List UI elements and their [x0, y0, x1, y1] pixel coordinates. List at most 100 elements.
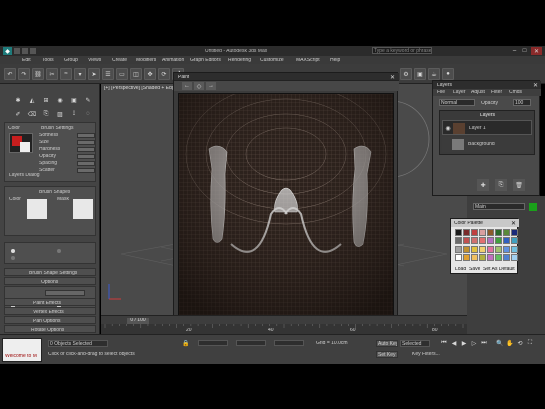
fill-icon[interactable]: ▨ [54, 108, 66, 120]
rollout-header[interactable]: Rotate Options [4, 325, 96, 333]
lock-icon[interactable]: 🔒 [182, 339, 190, 347]
visibility-eye-icon[interactable]: ◉ [445, 125, 451, 132]
close-icon[interactable]: ✕ [388, 73, 397, 81]
menu-rendering[interactable]: Rendering [228, 58, 251, 63]
scatter-spinner[interactable] [77, 168, 95, 173]
layer-row[interactable]: ◉ Layer 1 [442, 120, 532, 135]
color-swatch[interactable] [503, 253, 510, 261]
select-object-icon[interactable]: ➤ [88, 68, 100, 80]
color-swatch[interactable] [495, 245, 502, 253]
window-crossing-icon[interactable]: ◫ [130, 68, 142, 80]
redo-icon[interactable]: ↷ [18, 68, 30, 80]
bind-space-warp-icon[interactable]: ≈ [60, 68, 72, 80]
layers-menu-filter[interactable]: Filter [491, 90, 502, 95]
new-file-icon[interactable] [14, 48, 20, 54]
color-swatch[interactable] [479, 237, 486, 245]
color-swatch[interactable] [511, 253, 518, 261]
brush-icon[interactable]: ✐ [12, 108, 24, 120]
color-swatch[interactable] [455, 237, 462, 245]
blend-mode-select[interactable]: Normal [439, 99, 475, 106]
motion-tab-icon[interactable]: ◉ [54, 94, 66, 106]
menu-modifiers[interactable]: Modifiers [136, 58, 156, 63]
layer-row[interactable]: Background [442, 137, 532, 152]
save-button[interactable]: Save [469, 267, 480, 272]
go-to-start-icon[interactable]: ⏮ [440, 339, 448, 347]
color-swatch[interactable] [487, 229, 494, 236]
color-swatch[interactable] [487, 237, 494, 245]
close-icon[interactable]: ✕ [531, 81, 540, 89]
menu-maxscript[interactable]: MAXScript [296, 58, 320, 63]
orbit-icon[interactable]: ⟲ [516, 339, 524, 347]
link-icon[interactable]: ⛓ [32, 68, 44, 80]
create-tab-icon[interactable]: ✱ [12, 94, 24, 106]
layers-menu-adjust[interactable]: Adjust [471, 90, 485, 95]
menu-customize[interactable]: Customize [260, 58, 284, 63]
color-swatch[interactable] [463, 229, 470, 236]
play-icon[interactable]: ▶ [460, 339, 468, 347]
go-to-end-icon[interactable]: ⏭ [480, 339, 488, 347]
tool-diamond-icon[interactable]: ◇ [194, 82, 204, 90]
previous-frame-icon[interactable]: ◀ [450, 339, 458, 347]
color-swatch[interactable] [455, 229, 462, 236]
object-color-swatch[interactable] [529, 203, 537, 211]
select-by-name-icon[interactable]: ☰ [102, 68, 114, 80]
app-logo-icon[interactable]: ◆ [3, 47, 12, 55]
color-swatch[interactable] [479, 229, 486, 236]
tool-forward-icon[interactable]: → [206, 82, 216, 90]
menu-views[interactable]: Views [88, 58, 101, 63]
x-coordinate-field[interactable] [198, 340, 228, 346]
set-as-default-button[interactable]: Set As Default [483, 267, 515, 272]
color-swatch[interactable] [463, 253, 470, 261]
menu-tools[interactable]: Tools [42, 58, 54, 63]
menu-create[interactable]: Create [112, 58, 127, 63]
menu-graph-editors[interactable]: Graph Editors [190, 58, 221, 63]
modify-tab-icon[interactable]: ◭ [26, 94, 38, 106]
color-swatch[interactable] [455, 245, 462, 253]
display-tab-icon[interactable]: ▣ [68, 94, 80, 106]
color-swatch[interactable] [479, 245, 486, 253]
softness-spinner[interactable] [77, 133, 95, 138]
unlink-icon[interactable]: ✂ [46, 68, 58, 80]
paint-canvas[interactable] [178, 83, 394, 316]
opacity-input[interactable]: 100 [513, 99, 531, 106]
eraser-icon[interactable]: ⌫ [26, 108, 38, 120]
key-filters-button[interactable]: Key Filters... [412, 352, 440, 357]
layers-dialog-label[interactable]: Layers Dialog [9, 173, 40, 178]
close-icon[interactable]: ✕ [531, 47, 542, 55]
maximize-viewport-icon[interactable]: ⛶ [526, 339, 534, 347]
menu-help[interactable]: Help [330, 58, 340, 63]
color-shape-preview[interactable] [27, 199, 47, 219]
color-swatch[interactable] [495, 253, 502, 261]
layers-menu-file[interactable]: File [437, 90, 445, 95]
layers-title-bar[interactable]: Layers ✕ [433, 81, 541, 89]
rollout-header[interactable]: Paint Effects [4, 298, 96, 306]
tool-back-icon[interactable]: ← [182, 82, 192, 90]
save-file-icon[interactable] [30, 48, 36, 54]
key-mode-select[interactable]: Selected [400, 340, 430, 347]
menu-group[interactable]: Group [64, 58, 78, 63]
color-swatch[interactable] [487, 253, 494, 261]
rollout-header[interactable]: Options [4, 277, 96, 285]
hierarchy-tab-icon[interactable]: ⊞ [40, 94, 52, 106]
z-coordinate-field[interactable] [274, 340, 304, 346]
object-name-field[interactable]: Main [473, 203, 525, 210]
rendered-frame-icon[interactable]: ▣ [414, 68, 426, 80]
layers-menu-cmds[interactable]: Cmds [509, 90, 522, 95]
color-swatch[interactable] [495, 229, 502, 236]
utilities-tab-icon[interactable]: ✎ [82, 94, 94, 106]
picker-icon[interactable]: ⟟ [68, 108, 80, 120]
rectangular-selection-icon[interactable]: ▭ [116, 68, 128, 80]
color-swatch[interactable] [503, 245, 510, 253]
color-swatch[interactable] [511, 237, 518, 245]
load-button[interactable]: Load [455, 267, 466, 272]
color-swatch[interactable] [471, 253, 478, 261]
color-palette-title-bar[interactable]: Color Palette ✕ [451, 219, 519, 227]
radio-option[interactable] [57, 249, 61, 253]
clone-icon[interactable]: ⎘ [40, 108, 52, 120]
open-file-icon[interactable] [22, 48, 28, 54]
set-key-button[interactable]: Set Key [376, 351, 398, 358]
time-slider[interactable]: 0 / 100 [101, 315, 467, 324]
color-swatch[interactable] [495, 237, 502, 245]
menu-animation[interactable]: Animation [162, 58, 184, 63]
zoom-icon[interactable]: 🔍 [496, 339, 504, 347]
